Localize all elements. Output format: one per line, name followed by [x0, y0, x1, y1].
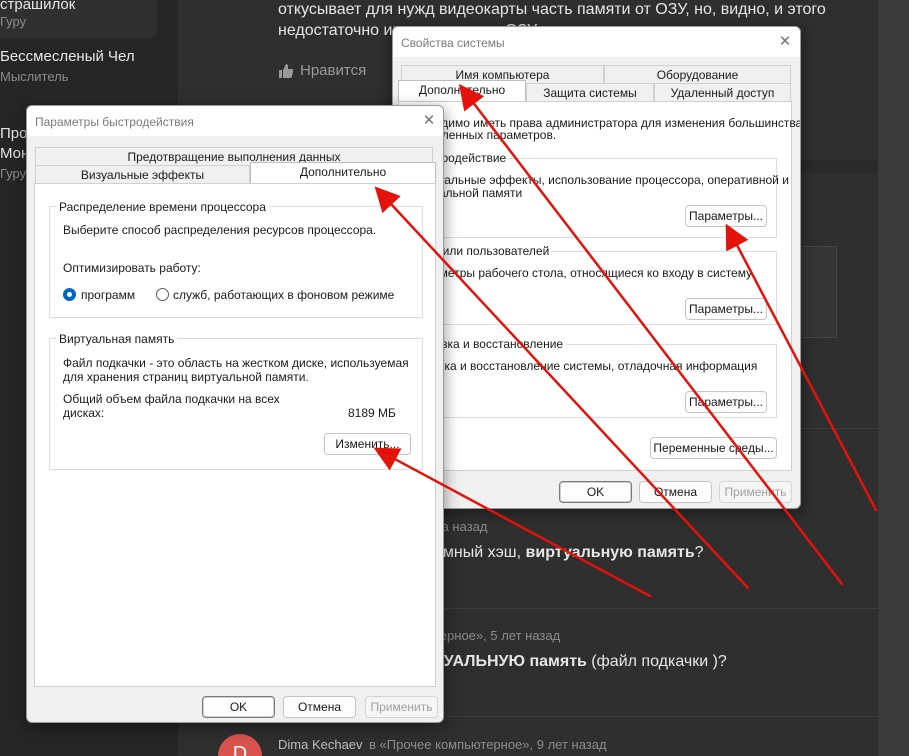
system-properties-dialog: Свойства системы ✕ Имя компьютера Оборуд… — [392, 26, 801, 509]
performance-options-dialog: Параметры быстродействия ✕ Предотвращени… — [26, 105, 444, 723]
apply-button[interactable]: Применить — [365, 696, 438, 718]
tab-hardware[interactable]: Оборудование — [604, 65, 791, 83]
performance-settings-button[interactable]: Параметры... — [685, 205, 767, 227]
radio-programs[interactable] — [63, 288, 76, 301]
radio-label[interactable]: программ — [81, 288, 135, 302]
environment-variables-button[interactable]: Переменные среды... — [650, 437, 777, 459]
close-icon[interactable]: ✕ — [776, 33, 794, 51]
thumbs-up-icon — [279, 63, 294, 78]
user-name[interactable]: Про — [0, 125, 27, 142]
ok-button[interactable]: OK — [202, 696, 275, 718]
change-button[interactable]: Изменить... — [324, 433, 411, 455]
admin-note: исленных параметров. — [429, 128, 557, 142]
tab-advanced[interactable]: Дополнительно — [250, 162, 436, 183]
tab-advanced[interactable]: Дополнительно — [398, 80, 526, 101]
radio-label[interactable]: служб, работающих в фоновом режиме — [173, 288, 394, 302]
apply-button[interactable]: Применить — [719, 481, 792, 503]
tab-system-protection[interactable]: Защита системы — [526, 83, 654, 101]
group-desc: зуальные эффекты, использование процессо… — [433, 173, 789, 187]
like-label: Нравится — [300, 62, 367, 79]
like-button[interactable]: Нравится — [278, 62, 366, 79]
group-desc: Файл подкачки - это область на жестком д… — [63, 356, 409, 370]
dialog-title: Свойства системы — [393, 27, 800, 57]
tab-visual-effects[interactable]: Визуальные эффекты — [35, 165, 250, 183]
group-desc: для хранения страниц виртуальной памяти. — [63, 370, 309, 384]
vm-total-value: 8189 МБ — [348, 406, 396, 420]
user-name-cont[interactable]: Мон — [0, 145, 29, 162]
user-role: Гуру — [0, 14, 27, 29]
cancel-button[interactable]: Отмена — [283, 696, 356, 718]
question-author[interactable]: Dima Kechaev — [278, 737, 363, 752]
user-name[interactable]: страшилок — [0, 0, 75, 13]
group-title: Распределение времени процессора — [56, 200, 269, 214]
cancel-button[interactable]: Отмена — [639, 481, 712, 503]
optimize-label: Оптимизировать работу: — [63, 261, 201, 275]
group-title: узка и восстановление — [433, 337, 567, 351]
group-desc: узка и восстановление системы, отладочна… — [433, 359, 758, 373]
group-title: тродействие — [433, 151, 510, 165]
vm-total-label: Общий объем файла подкачки на всех — [63, 392, 280, 406]
dialog-title: Параметры быстродействия — [27, 106, 443, 136]
group-desc: Выберите способ распределения ресурсов п… — [63, 223, 377, 237]
group-desc: уальной памяти — [433, 186, 523, 200]
question-meta: в «Прочее компьютерное», 9 лет назад — [369, 737, 607, 752]
question-link[interactable]: емный хэш, виртуальную память? — [434, 543, 704, 563]
tab-panel: Распределение времени процессора Выберит… — [34, 183, 436, 687]
user-name[interactable]: Бессмесленый Чел — [0, 48, 135, 65]
tab-remote[interactable]: Удаленный доступ — [654, 83, 791, 101]
user-role: Гуру — [0, 166, 27, 181]
group-title: Виртуальная память — [56, 332, 178, 346]
startup-settings-button[interactable]: Параметры... — [685, 391, 767, 413]
tab-panel: ходимо иметь права администратора для из… — [398, 101, 800, 471]
question-link[interactable]: ТУАЛЬНУЮ память (файл подкачки )? — [434, 652, 727, 672]
group-title: рили пользователей — [433, 244, 553, 258]
close-icon[interactable]: ✕ — [420, 112, 438, 130]
ok-button[interactable]: OK — [559, 481, 632, 503]
question-meta: терное», 5 лет назад — [434, 628, 561, 643]
profiles-settings-button[interactable]: Параметры... — [685, 298, 767, 320]
answer-text: откусывает для нужд видеокарты часть пам… — [278, 1, 826, 18]
bg-scroll-area — [878, 0, 909, 756]
answer-text: недостаточно иг — [278, 22, 399, 39]
user-role: Мыслитель — [0, 69, 69, 84]
vm-total-label: дисках: — [63, 406, 105, 420]
group-desc: аметры рабочего стола, относящиеся ко вх… — [433, 266, 753, 280]
radio-background-services[interactable] — [156, 288, 169, 301]
